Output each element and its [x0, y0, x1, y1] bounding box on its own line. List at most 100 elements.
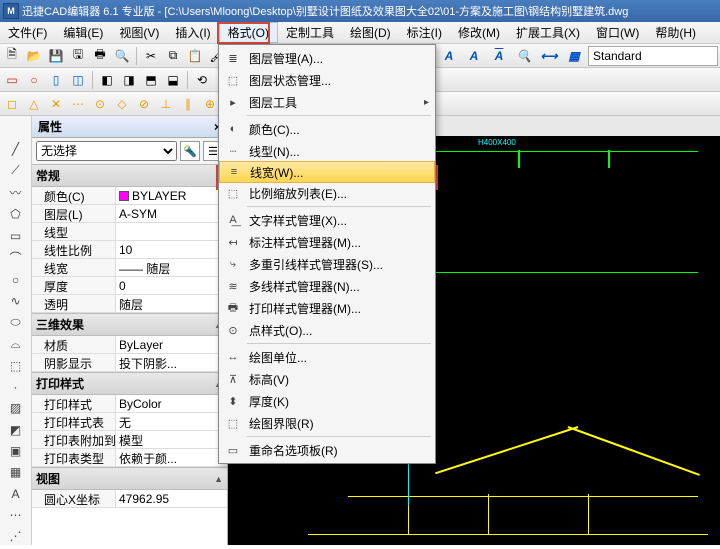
rect-icon[interactable]: ▭	[6, 227, 26, 244]
shape-view-icon[interactable]: ◫	[68, 70, 88, 90]
new-icon[interactable]: 🗎	[2, 46, 22, 66]
snap-per-icon[interactable]: ⊥	[156, 94, 176, 114]
menu-ext[interactable]: 扩展工具(X)	[508, 22, 588, 43]
pline-icon[interactable]: 〰	[6, 183, 26, 202]
rot-a-icon[interactable]: ⟲	[192, 70, 212, 90]
spline-icon[interactable]: ∿	[6, 293, 26, 310]
table-style-icon[interactable]: ▦	[563, 46, 585, 66]
prop-section[interactable]: 常规▲	[32, 164, 227, 187]
menu-item[interactable]: ⬚绘图界限(R)	[219, 412, 435, 434]
region-icon[interactable]: ▣	[6, 442, 26, 459]
menu-item[interactable]: A͟文字样式管理(X)...	[219, 209, 435, 231]
menu-item[interactable]: ▭重命名选项板(R)	[219, 439, 435, 461]
shape-box-icon[interactable]: ▯	[46, 70, 66, 90]
snap-int-icon[interactable]: ✕	[46, 94, 66, 114]
prop-row[interactable]: 打印样式ByColor	[32, 395, 227, 413]
menu-item[interactable]: 🖶打印样式管理器(M)...	[219, 297, 435, 319]
xline-icon[interactable]: ⟋	[6, 161, 26, 178]
prop-row[interactable]: 线宽—— 随层	[32, 259, 227, 277]
prop-row[interactable]: 图层(L)A-SYM	[32, 205, 227, 223]
shape-circle-icon[interactable]: ○	[24, 70, 44, 90]
prop-row[interactable]: 打印样式表无	[32, 413, 227, 431]
prop-value[interactable]: 无	[116, 413, 227, 430]
prop-row[interactable]: 打印表附加到模型	[32, 431, 227, 449]
prop-value[interactable]: 47962.95	[116, 490, 227, 507]
prop-value[interactable]: 0	[116, 277, 227, 294]
copy-icon[interactable]: ⧉	[163, 46, 183, 66]
prop-section[interactable]: 打印样式▲	[32, 372, 227, 395]
tool-a-icon[interactable]: ◧	[97, 70, 117, 90]
line-icon[interactable]: ╱	[6, 140, 26, 157]
table-icon[interactable]: ▦	[6, 464, 26, 481]
menu-item[interactable]: ↤标注样式管理器(M)...	[219, 231, 435, 253]
menu-window[interactable]: 窗口(W)	[588, 22, 647, 43]
prop-value[interactable]: BYLAYER	[116, 187, 227, 204]
menu-item[interactable]: ⬍厚度(K)	[219, 390, 435, 412]
open-icon[interactable]: 📂	[24, 46, 44, 66]
menu-item[interactable]: ⤷多重引线样式管理器(S)...	[219, 253, 435, 275]
snap-qua-icon[interactable]: ◇	[112, 94, 132, 114]
snap-cen-icon[interactable]: ⊙	[90, 94, 110, 114]
menu-file[interactable]: 文件(F)	[0, 22, 55, 43]
menu-item[interactable]: ◐颜色(C)...	[219, 118, 435, 140]
prop-section[interactable]: 视图▲	[32, 467, 227, 490]
ellipse-icon[interactable]: ⬭	[6, 314, 26, 331]
prop-row[interactable]: 阴影显示投下阴影...	[32, 354, 227, 372]
menu-help[interactable]: 帮助(H)	[647, 22, 704, 43]
property-grid[interactable]: 常规▲颜色(C)BYLAYER图层(L)A-SYM线型线性比例10线宽—— 随层…	[32, 164, 227, 545]
text-style-b-icon[interactable]: A	[463, 46, 485, 66]
menu-item[interactable]: ⬚比例缩放列表(E)...	[219, 182, 435, 204]
menu-draw[interactable]: 绘图(D)	[342, 22, 399, 43]
snap-end-icon[interactable]: ◻	[2, 94, 22, 114]
polygon-icon[interactable]: ⬠	[6, 206, 26, 223]
prop-row[interactable]: 圆心X坐标47962.95	[32, 490, 227, 508]
circle-icon[interactable]: ○	[6, 271, 26, 288]
prop-row[interactable]: 打印表类型依赖于颜...	[32, 449, 227, 467]
print-icon[interactable]: 🖶	[90, 46, 110, 66]
style-name-input[interactable]	[588, 46, 718, 66]
prop-row[interactable]: 材质ByLayer	[32, 336, 227, 354]
menu-item[interactable]: ≡线宽(W)...	[219, 161, 435, 183]
dim-style-icon[interactable]: ⟷	[538, 46, 560, 66]
prop-value[interactable]: A-SYM	[116, 205, 227, 222]
quickselect-icon[interactable]: 🔦	[180, 141, 200, 161]
saveall-icon[interactable]: 🖫	[68, 46, 88, 66]
snap-tan-icon[interactable]: ⊘	[134, 94, 154, 114]
tool-d-icon[interactable]: ⬓	[163, 70, 183, 90]
prop-row[interactable]: 线性比例10	[32, 241, 227, 259]
prop-value[interactable]: ByLayer	[116, 336, 227, 353]
grad-icon[interactable]: ◩	[6, 421, 26, 438]
prop-value[interactable]: 依赖于颜...	[116, 449, 227, 466]
prop-value[interactable]: 投下阴影...	[116, 354, 227, 371]
menu-item[interactable]: ↔绘图单位...	[219, 346, 435, 368]
prop-value[interactable]: 10	[116, 241, 227, 258]
aux-b-icon[interactable]: ⋰	[6, 528, 26, 545]
snap-ins-icon[interactable]: ⊕	[200, 94, 220, 114]
prop-value[interactable]: 模型	[116, 431, 227, 448]
snap-ext-icon[interactable]: ⋯	[68, 94, 88, 114]
prop-row[interactable]: 颜色(C)BYLAYER	[32, 187, 227, 205]
text-style-a-icon[interactable]: A	[438, 46, 460, 66]
menu-item[interactable]: ⬚图层状态管理...	[219, 69, 435, 91]
cut-icon[interactable]: ✂	[141, 46, 161, 66]
tool-c-icon[interactable]: ⬒	[141, 70, 161, 90]
menu-insert[interactable]: 插入(I)	[167, 22, 218, 43]
point-icon[interactable]: ·	[6, 378, 26, 395]
ellipsearc-icon[interactable]: ⌓	[6, 336, 26, 353]
aux-a-icon[interactable]: ⋯	[6, 506, 26, 523]
prop-section[interactable]: 三维效果▲	[32, 313, 227, 336]
menu-item[interactable]: ⊙点样式(O)...	[219, 319, 435, 341]
prop-value[interactable]: ByColor	[116, 395, 227, 412]
text-find-icon[interactable]: 🔍	[513, 46, 535, 66]
prop-value[interactable]	[116, 223, 227, 240]
menu-view[interactable]: 视图(V)	[111, 22, 167, 43]
menu-item[interactable]: ┈线型(N)...	[219, 140, 435, 162]
arc-icon[interactable]: ⌒	[6, 248, 26, 267]
menu-item[interactable]: ≣图层管理(A)...	[219, 47, 435, 69]
prop-row[interactable]: 透明随层	[32, 295, 227, 313]
prop-row[interactable]: 线型	[32, 223, 227, 241]
menu-format[interactable]: 格式(O)	[219, 22, 278, 43]
menu-item[interactable]: ⊼标高(V)	[219, 368, 435, 390]
paste-icon[interactable]: 📋	[185, 46, 205, 66]
menu-item[interactable]: ≋多线样式管理器(N)...	[219, 275, 435, 297]
